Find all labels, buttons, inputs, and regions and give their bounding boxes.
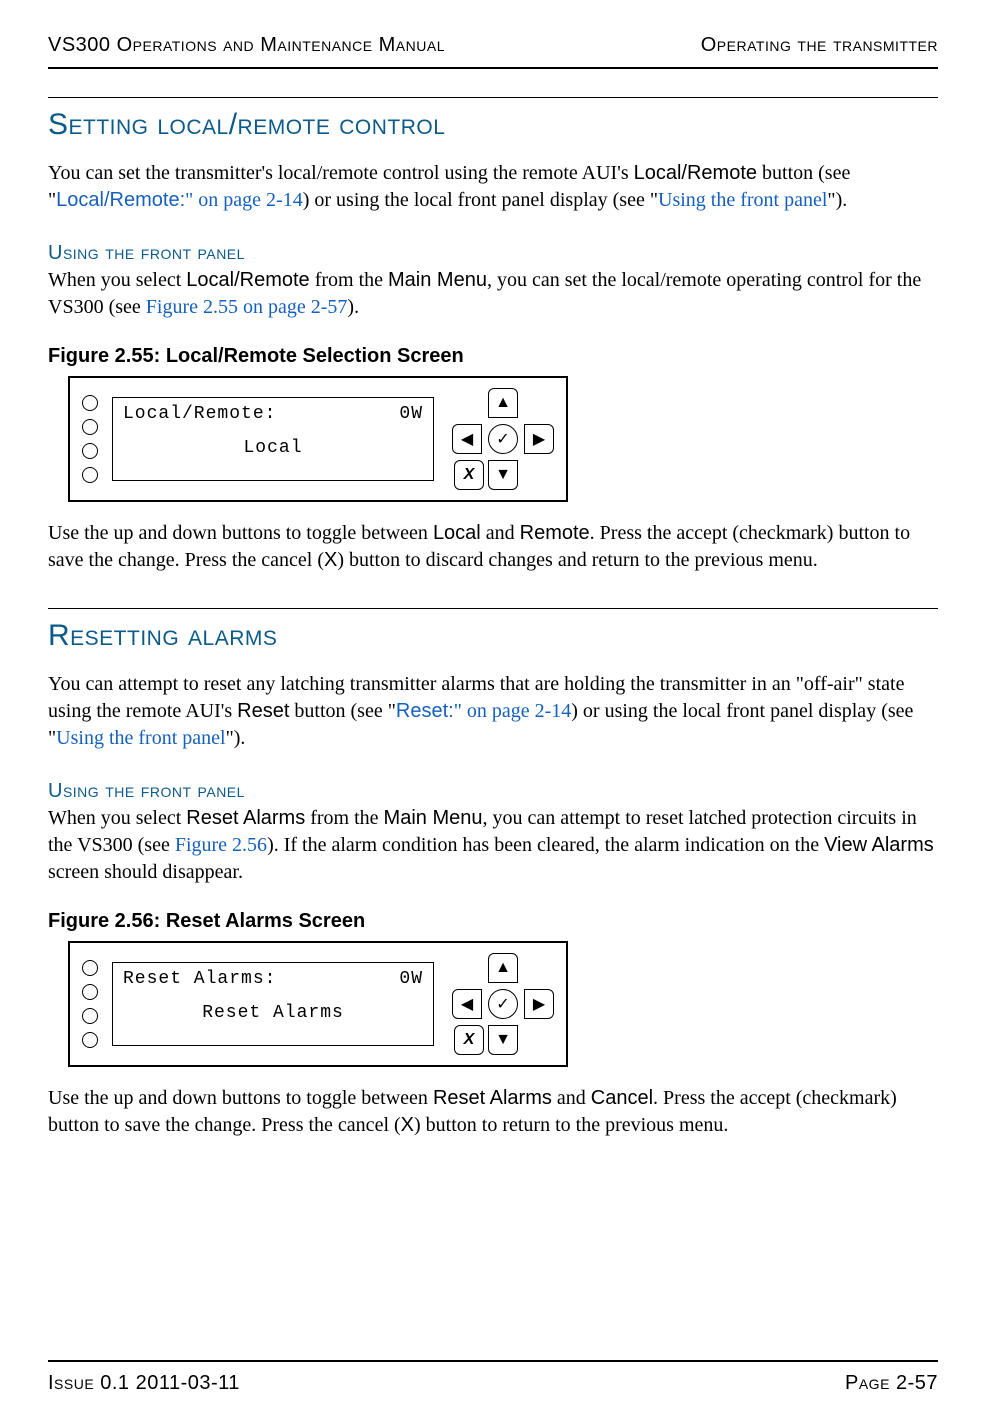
page-header: VS300 Operations and Maintenance Manual … bbox=[48, 34, 938, 63]
footer-rule bbox=[48, 1360, 938, 1362]
figure-256: Reset Alarms: 0W Reset Alarms ▲ ◀ ✓ ▶ X … bbox=[68, 941, 568, 1067]
lcd2-title: Reset Alarms: bbox=[123, 969, 276, 989]
figure-255: Local/Remote: 0W Local ▲ ◀ ✓ ▶ X ▼ bbox=[68, 376, 568, 502]
lcd-screen-1: Local/Remote: 0W Local bbox=[112, 397, 434, 481]
left-button[interactable]: ◀ bbox=[452, 424, 482, 454]
cancel-button[interactable]: X bbox=[454, 1025, 484, 1055]
led-icon bbox=[82, 395, 98, 411]
link-using-front-panel-1[interactable]: Using the front panel bbox=[658, 189, 827, 211]
section1-paragraph1: You can set the transmitter's local/remo… bbox=[48, 160, 938, 214]
figure-256-caption: Figure 2.56: Reset Alarms Screen bbox=[48, 910, 938, 933]
figure-255-caption: Figure 2.55: Local/Remote Selection Scre… bbox=[48, 345, 938, 368]
up-button[interactable]: ▲ bbox=[488, 388, 518, 418]
section1-subheading: Using the front panel bbox=[48, 242, 938, 265]
led-icon bbox=[82, 1008, 98, 1024]
left-button[interactable]: ◀ bbox=[452, 989, 482, 1019]
section1-paragraph3: Use the up and down buttons to toggle be… bbox=[48, 520, 938, 574]
down-button[interactable]: ▼ bbox=[488, 1025, 518, 1055]
section2-paragraph1: You can attempt to reset any latching tr… bbox=[48, 671, 938, 752]
right-button[interactable]: ▶ bbox=[524, 989, 554, 1019]
footer-issue-date: Issue 0.1 2011-03-11 bbox=[48, 1372, 240, 1395]
led-icon bbox=[82, 960, 98, 976]
accept-button[interactable]: ✓ bbox=[488, 989, 518, 1019]
led-icon bbox=[82, 419, 98, 435]
lcd2-value: Reset Alarms bbox=[123, 1003, 423, 1023]
link-reset-page[interactable]: " on page 2-14 bbox=[454, 700, 572, 722]
status-leds bbox=[82, 960, 98, 1048]
lcd1-value: Local bbox=[123, 438, 423, 458]
header-right: Operating the transmitter bbox=[701, 34, 938, 57]
lcd1-power: 0W bbox=[399, 404, 423, 424]
link-local-remote-page[interactable]: " on page 2-14 bbox=[185, 189, 303, 211]
section2-paragraph2: When you select Reset Alarms from the Ma… bbox=[48, 805, 938, 886]
section-rule-2 bbox=[48, 608, 938, 609]
footer-page-number: Page 2-57 bbox=[845, 1372, 938, 1395]
led-icon bbox=[82, 467, 98, 483]
led-icon bbox=[82, 984, 98, 1000]
led-icon bbox=[82, 1032, 98, 1048]
dpad-2: ▲ ◀ ✓ ▶ X ▼ bbox=[452, 953, 554, 1055]
status-leds bbox=[82, 395, 98, 483]
link-figure-255[interactable]: Figure 2.55 on page 2-57 bbox=[146, 296, 348, 318]
link-figure-256[interactable]: Figure 2.56 bbox=[175, 834, 267, 856]
link-local-remote[interactable]: Local/Remote: bbox=[56, 189, 185, 211]
right-button[interactable]: ▶ bbox=[524, 424, 554, 454]
section1-title: Setting local/remote control bbox=[48, 108, 938, 142]
lcd1-title: Local/Remote: bbox=[123, 404, 276, 424]
dpad-1: ▲ ◀ ✓ ▶ X ▼ bbox=[452, 388, 554, 490]
section2-subheading: Using the front panel bbox=[48, 780, 938, 803]
accept-button[interactable]: ✓ bbox=[488, 424, 518, 454]
header-left: VS300 Operations and Maintenance Manual bbox=[48, 34, 445, 57]
section2-title: Resetting alarms bbox=[48, 619, 938, 653]
section1-paragraph2: When you select Local/Remote from the Ma… bbox=[48, 267, 938, 321]
page-footer: Issue 0.1 2011-03-11 Page 2-57 bbox=[48, 1360, 938, 1395]
lcd-screen-2: Reset Alarms: 0W Reset Alarms bbox=[112, 962, 434, 1046]
up-button[interactable]: ▲ bbox=[488, 953, 518, 983]
led-icon bbox=[82, 443, 98, 459]
link-reset[interactable]: Reset: bbox=[396, 700, 454, 722]
link-using-front-panel-2[interactable]: Using the front panel bbox=[56, 727, 225, 749]
section2-paragraph3: Use the up and down buttons to toggle be… bbox=[48, 1085, 938, 1139]
section-rule-1 bbox=[48, 97, 938, 98]
page: VS300 Operations and Maintenance Manual … bbox=[0, 0, 986, 1425]
lcd2-power: 0W bbox=[399, 969, 423, 989]
cancel-button[interactable]: X bbox=[454, 460, 484, 490]
header-rule bbox=[48, 67, 938, 69]
down-button[interactable]: ▼ bbox=[488, 460, 518, 490]
